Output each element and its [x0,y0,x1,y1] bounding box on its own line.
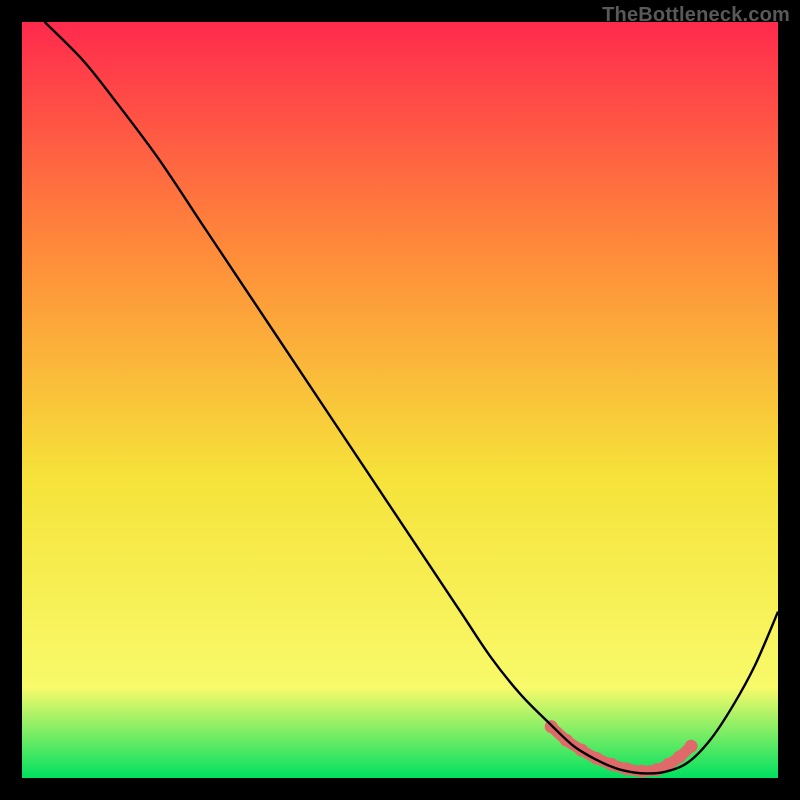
plot-area [22,22,778,778]
highlight-dot [620,762,633,775]
highlight-dot [685,740,698,753]
chart-svg [22,22,778,778]
highlight-dot [635,765,648,778]
highlight-dot [673,750,686,763]
gradient-background [22,22,778,778]
chart-container: TheBottleneck.com [0,0,800,800]
